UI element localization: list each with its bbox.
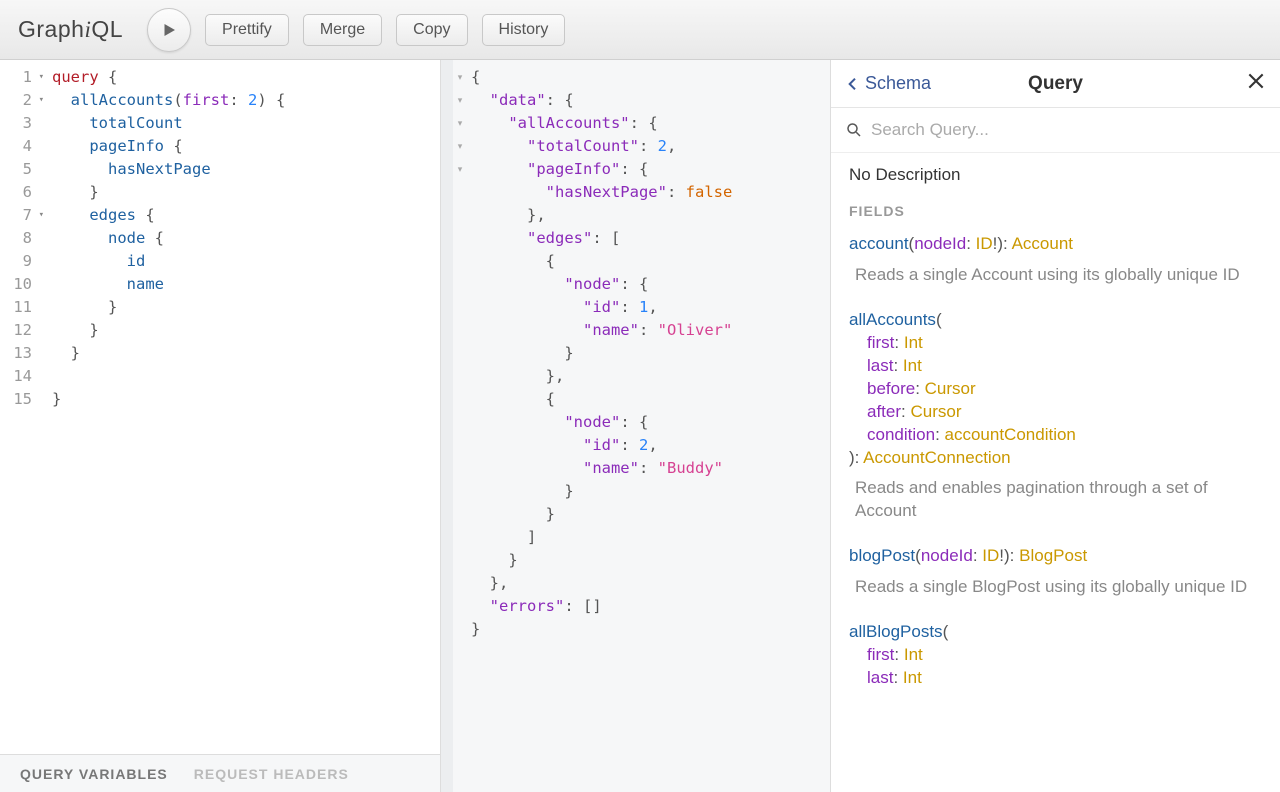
field-desc: Reads and enables pagination through a s… <box>855 477 1262 523</box>
query-code[interactable]: query { allAccounts(first: 2) { totalCou… <box>48 60 440 754</box>
result-code[interactable]: { "data": { "allAccounts": { "totalCount… <box>467 60 736 792</box>
prettify-button[interactable]: Prettify <box>205 14 289 46</box>
field-allAccounts[interactable]: allAccounts( first: Int last: Int before… <box>849 309 1262 523</box>
docs-back-button[interactable]: Schema <box>845 73 931 94</box>
line-gutter: 1▾ 2▾ 3 4 5 6 7▾ 8 9 10 11 12 13 14 15 <box>0 60 48 754</box>
editor-bottom-tabs: QUERY VARIABLES REQUEST HEADERS <box>0 754 440 792</box>
docs-search-input[interactable] <box>871 114 1266 146</box>
field-allBlogPosts[interactable]: allBlogPosts( first: Int last: Int <box>849 621 1262 690</box>
field-desc: Reads a single BlogPost using its global… <box>855 576 1262 599</box>
close-icon <box>1246 71 1266 91</box>
docs-pane: Schema Query No Description FIELDS accou… <box>830 60 1280 792</box>
execute-button[interactable] <box>147 8 191 52</box>
field-desc: Reads a single Account using its globall… <box>855 264 1262 287</box>
app-logo: GraphiQL <box>18 16 123 43</box>
query-editor-pane: 1▾ 2▾ 3 4 5 6 7▾ 8 9 10 11 12 13 14 15 q… <box>0 60 441 792</box>
result-gutter: ▾ ▾ ▾ ▾ ▾ <box>453 60 467 792</box>
docs-title: Query <box>1028 73 1083 95</box>
query-editor[interactable]: 1▾ 2▾ 3 4 5 6 7▾ 8 9 10 11 12 13 14 15 q… <box>0 60 440 754</box>
tab-request-headers[interactable]: REQUEST HEADERS <box>194 766 349 782</box>
docs-close-button[interactable] <box>1246 71 1266 96</box>
result-pane: ▾ ▾ ▾ ▾ ▾ { "data": { "allAccounts": { "… <box>441 60 830 792</box>
docs-back-label: Schema <box>865 73 931 94</box>
main: 1▾ 2▾ 3 4 5 6 7▾ 8 9 10 11 12 13 14 15 q… <box>0 60 1280 792</box>
history-button[interactable]: History <box>482 14 566 46</box>
merge-button[interactable]: Merge <box>303 14 382 46</box>
chevron-left-icon <box>845 76 861 92</box>
docs-description: No Description <box>849 165 1262 185</box>
field-blogPost[interactable]: blogPost(nodeId: ID!): BlogPost Reads a … <box>849 545 1262 599</box>
docs-search-row <box>831 108 1280 153</box>
field-account[interactable]: account(nodeId: ID!): Account Reads a si… <box>849 233 1262 287</box>
search-icon <box>845 121 863 139</box>
tab-query-variables[interactable]: QUERY VARIABLES <box>20 766 168 782</box>
docs-fields-label: FIELDS <box>849 203 1262 219</box>
copy-button[interactable]: Copy <box>396 14 467 46</box>
docs-header: Schema Query <box>831 60 1280 108</box>
toolbar: GraphiQL Prettify Merge Copy History <box>0 0 1280 60</box>
docs-body[interactable]: No Description FIELDS account(nodeId: ID… <box>831 153 1280 792</box>
play-icon <box>160 21 178 39</box>
